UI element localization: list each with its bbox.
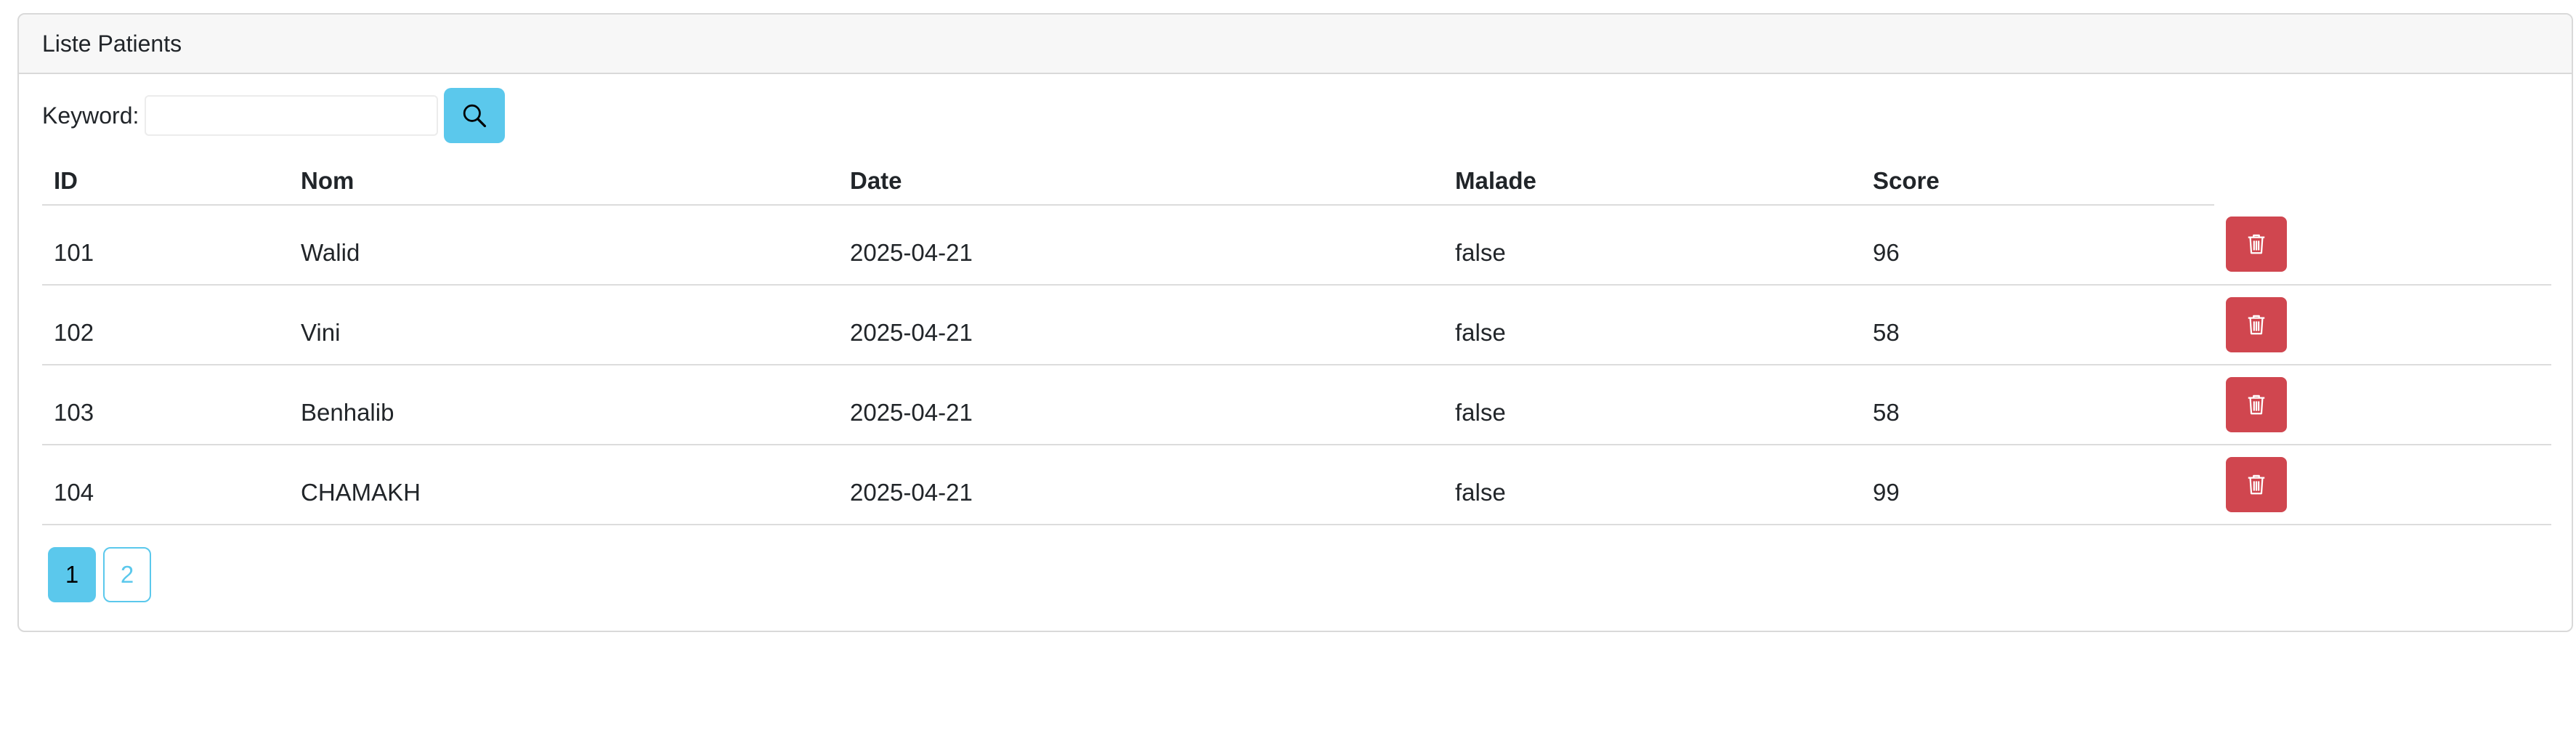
cell-actions [2214, 205, 2551, 286]
column-header-malade: Malade [1443, 157, 1861, 206]
cell-nom: Vini [289, 285, 838, 365]
cell-malade: false [1443, 285, 1861, 365]
column-header-nom: Nom [289, 157, 838, 206]
keyword-label: Keyword: [42, 102, 139, 129]
trash-icon [2248, 234, 2265, 254]
delete-button[interactable] [2226, 377, 2287, 432]
cell-nom: Walid [289, 205, 838, 286]
cell-nom: Benhalib [289, 365, 838, 445]
cell-actions [2214, 445, 2551, 525]
page-button-2[interactable]: 2 [103, 547, 151, 602]
search-icon [463, 104, 487, 128]
table-row: 103 Benhalib 2025-04-21 false 58 [42, 365, 2551, 445]
cell-score: 58 [1861, 285, 2214, 365]
cell-id: 102 [42, 285, 289, 365]
cell-actions [2214, 285, 2551, 365]
column-header-date: Date [838, 157, 1443, 206]
cell-malade: false [1443, 205, 1861, 286]
table-header-row: ID Nom Date Malade Score [42, 157, 2551, 206]
search-button[interactable] [444, 88, 506, 143]
page-button-1[interactable]: 1 [48, 547, 96, 602]
trash-icon [2248, 474, 2265, 495]
cell-date: 2025-04-21 [838, 205, 1443, 286]
pagination: 1 2 [48, 547, 2548, 602]
cell-score: 96 [1861, 205, 2214, 286]
trash-icon [2248, 315, 2265, 335]
card-title: Liste Patients [42, 30, 182, 57]
patients-card: Liste Patients Keyword: ID Nom Date Mala… [17, 13, 2573, 632]
column-header-id: ID [42, 157, 289, 206]
trash-icon [2248, 395, 2265, 415]
cell-malade: false [1443, 365, 1861, 445]
patients-table: ID Nom Date Malade Score 101 Walid 2025-… [42, 157, 2551, 525]
cell-score: 99 [1861, 445, 2214, 525]
cell-id: 101 [42, 205, 289, 286]
table-row: 102 Vini 2025-04-21 false 58 [42, 285, 2551, 365]
delete-button[interactable] [2226, 217, 2287, 272]
delete-button[interactable] [2226, 297, 2287, 352]
table-row: 101 Walid 2025-04-21 false 96 [42, 205, 2551, 286]
column-header-actions [2214, 157, 2551, 205]
cell-id: 104 [42, 445, 289, 525]
cell-date: 2025-04-21 [838, 445, 1443, 525]
cell-date: 2025-04-21 [838, 285, 1443, 365]
cell-actions [2214, 365, 2551, 445]
search-form: Keyword: [42, 74, 2548, 157]
table-row: 104 CHAMAKH 2025-04-21 false 99 [42, 445, 2551, 525]
keyword-input[interactable] [145, 95, 439, 136]
cell-malade: false [1443, 445, 1861, 525]
delete-button[interactable] [2226, 457, 2287, 512]
card-body: Keyword: ID Nom Date Malade Score 101 Wa… [19, 74, 2572, 602]
cell-id: 103 [42, 365, 289, 445]
cell-score: 58 [1861, 365, 2214, 445]
card-header: Liste Patients [19, 15, 2572, 74]
cell-nom: CHAMAKH [289, 445, 838, 525]
cell-date: 2025-04-21 [838, 365, 1443, 445]
column-header-score: Score [1861, 157, 2214, 206]
